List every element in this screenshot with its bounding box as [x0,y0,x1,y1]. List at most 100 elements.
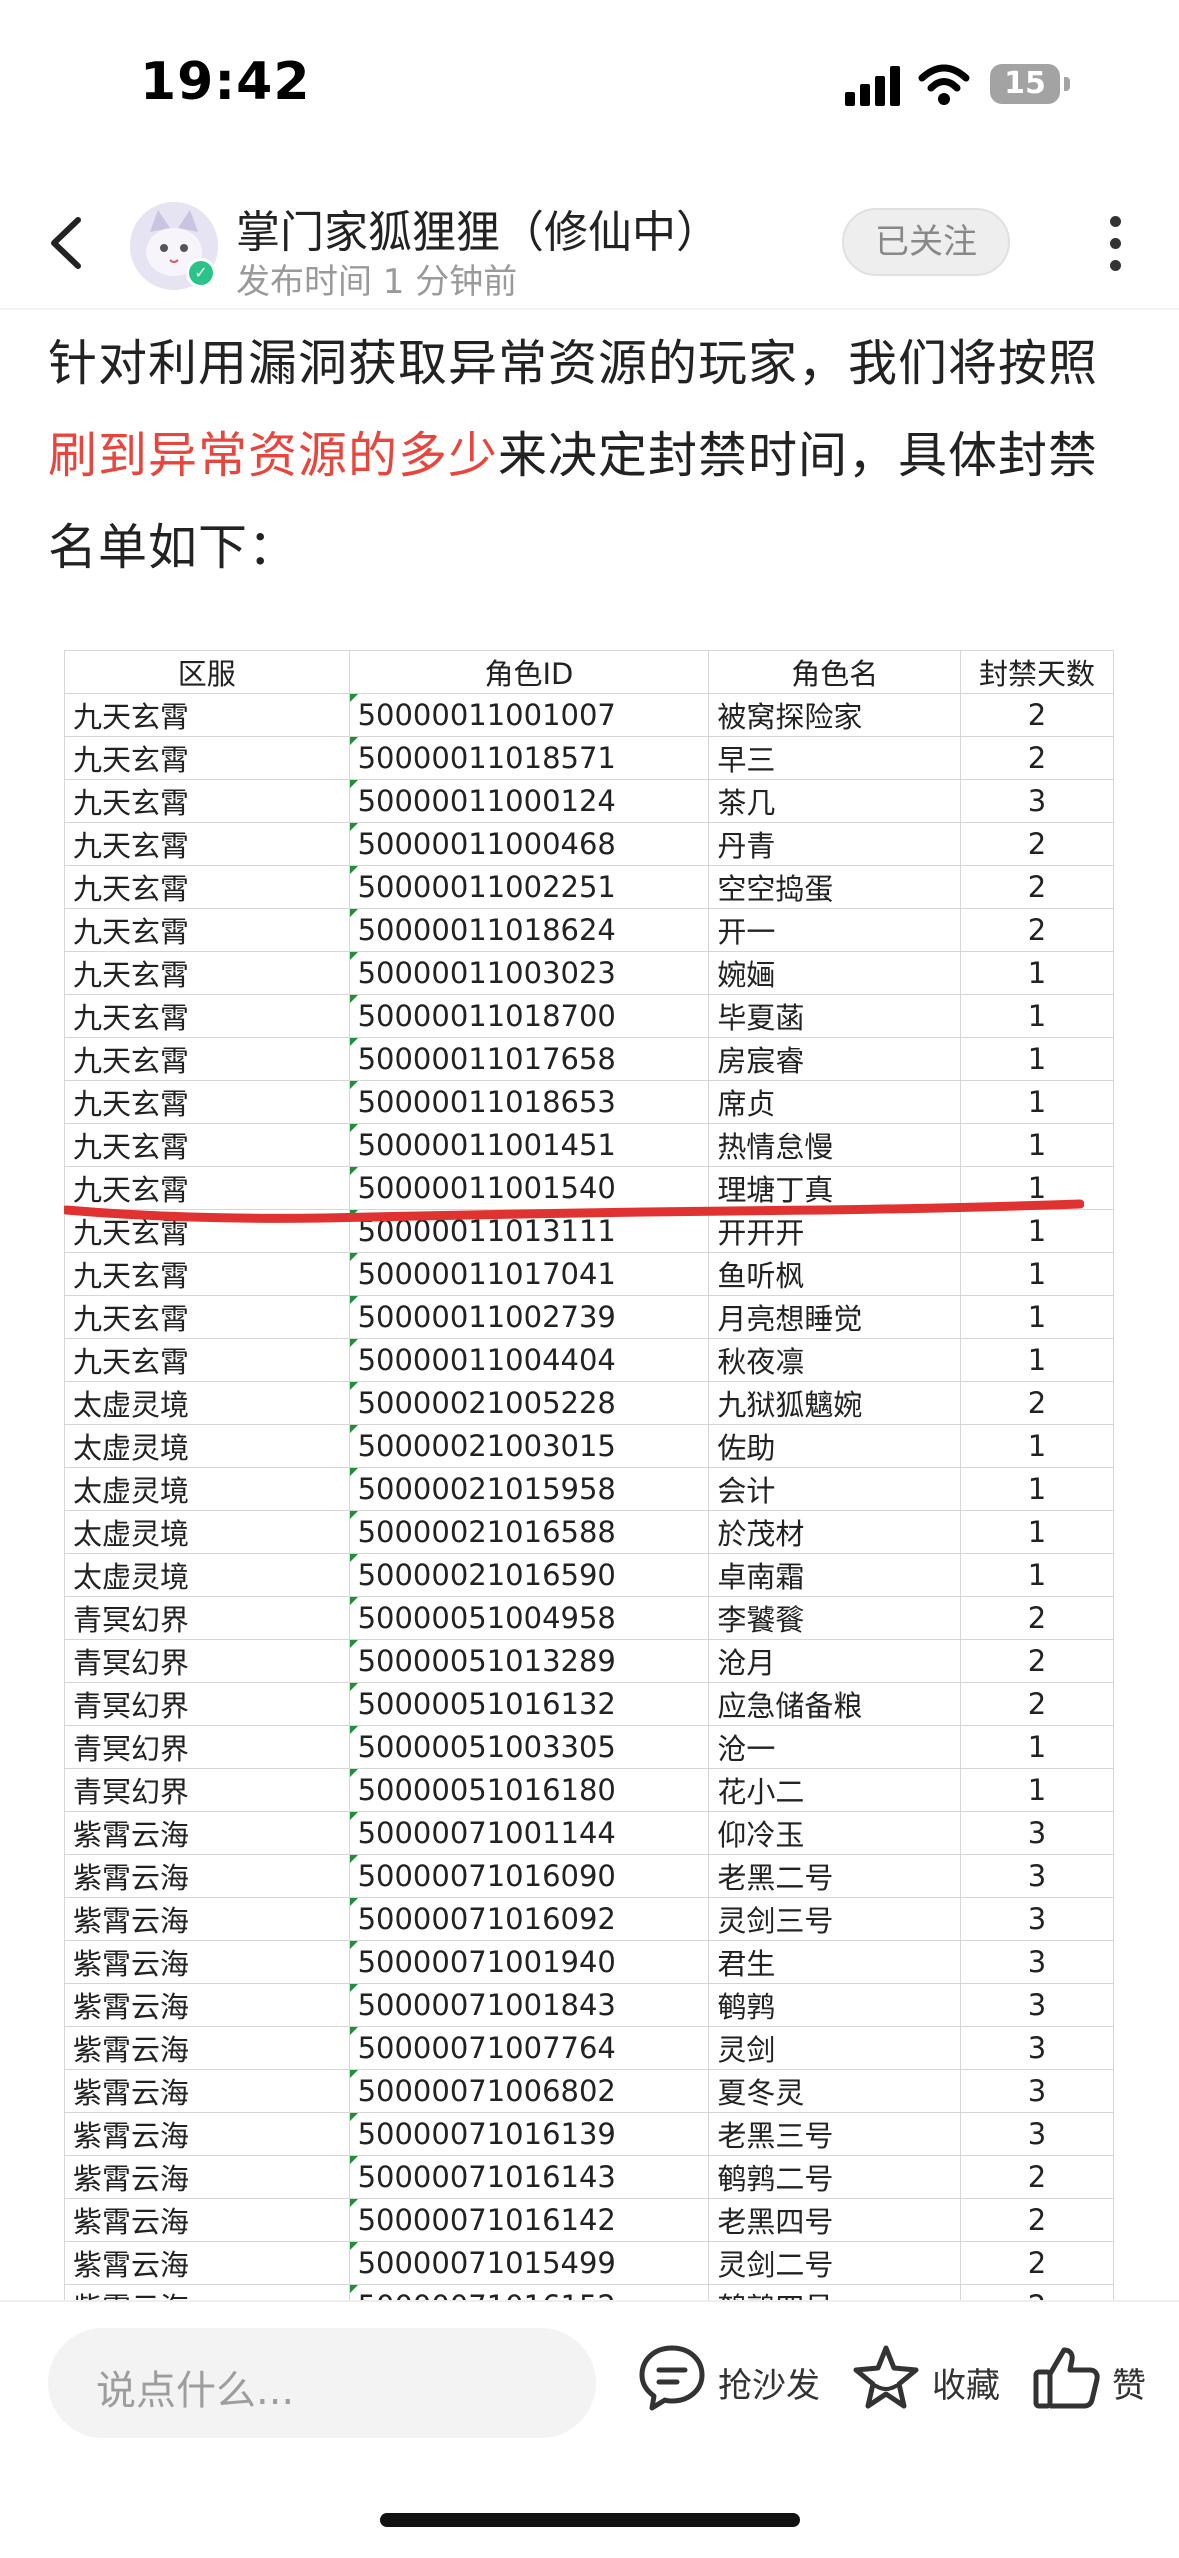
cell-id: 50000071015499 [348,2241,710,2285]
table-row: 九天玄霄 50000011000124 茶几 3 [64,779,1114,823]
cell-id: 50000051004958 [348,1596,710,1640]
cell-name: 被窝探险家 [708,693,962,737]
table-row: 紫霄云海 50000071001144 仰冷玉 3 [64,1811,1114,1855]
battery-level: 15 [1004,66,1046,101]
cell-days: 1 [960,1252,1114,1296]
thumbs-up-icon [1033,2347,1100,2409]
comment-input[interactable]: 说点什么... [48,2328,596,2438]
red-underline-annotation [64,1199,1084,1223]
cell-server: 九天玄霄 [64,822,350,866]
table-row: 紫霄云海50000071016152鹌鹑四号2 [64,2284,1114,2300]
cell-server: 九天玄霄 [64,1295,350,1339]
cell-id: 50000071001843 [348,1983,710,2027]
cell-server: 紫霄云海 [64,2026,350,2070]
cell-server: 紫霄云海 [64,2284,350,2300]
header-role-name: 角色名 [708,650,962,694]
cell-server: 紫霄云海 [64,2241,350,2285]
cell-days: 3 [960,1811,1114,1855]
table-row: 九天玄霄 50000011017041 鱼听枫 1 [64,1252,1114,1296]
cell-name: 席贞 [708,1080,962,1124]
cell-days: 3 [960,2026,1114,2070]
cell-id: 50000051016180 [348,1768,710,1812]
favorite-button[interactable]: 收藏 [850,2342,1000,2422]
comment-button[interactable]: 抢沙发 [636,2342,820,2422]
cell-id: 50000011002739 [348,1295,710,1339]
cell-id: 50000011017041 [348,1252,710,1296]
table-row: 青冥幻界 50000051016180 花小二 1 [64,1768,1114,1812]
cell-days: 1 [960,1725,1114,1769]
cell-id: 50000071016142 [348,2198,710,2242]
cell-name: 花小二 [708,1768,962,1812]
table-row: 九天玄霄 50000011003023 婉婳 1 [64,951,1114,995]
cell-name: 鱼听枫 [708,1252,962,1296]
cell-id: 50000021003015 [348,1424,710,1468]
cell-name: 於茂材 [708,1510,962,1554]
status-bar: 19:42 15 [0,0,1179,170]
cell-name: 老黑四号 [708,2198,962,2242]
cell-server: 太虚灵境 [64,1424,350,1468]
cell-id: 50000011018624 [348,908,710,952]
cell-name: 沧一 [708,1725,962,1769]
cell-server: 九天玄霄 [64,1037,350,1081]
cell-days: 2 [960,1381,1114,1425]
cell-name: 早三 [708,736,962,780]
table-row: 九天玄霄 50000011002739 月亮想睡觉 1 [64,1295,1114,1339]
ban-list-table-image[interactable]: 区服 角色ID 角色名 封禁天数 九天玄霄 50000011001007 被窝探险家… [64,650,1114,2300]
cell-server: 青冥幻界 [64,1682,350,1726]
cell-server: 太虚灵境 [64,1553,350,1597]
post-body-text: 针对利用漏洞获取异常资源的玩家，我们将按照刷到异常资源的多少来决定封禁时间，具体… [48,318,1138,594]
cell-name: 灵剑三号 [708,1897,962,1941]
cell-server: 九天玄霄 [64,908,350,952]
cell-id: 50000051013289 [348,1639,710,1683]
verified-badge-icon: ✓ [186,258,216,288]
cell-server: 紫霄云海 [64,2112,350,2156]
comment-icon [639,2345,705,2411]
table-row: 太虚灵境 50000021016590 卓南霜 1 [64,1553,1114,1597]
table-row: 太虚灵境 50000021003015 佐助 1 [64,1424,1114,1468]
cell-name: 热情怠慢 [708,1123,962,1167]
cell-server: 九天玄霄 [64,736,350,780]
table-row: 太虚灵境 50000021015958 会计 1 [64,1467,1114,1511]
cell-name: 秋夜凛 [708,1338,962,1382]
battery-icon: 15 [990,64,1076,106]
cell-name: 老黑二号 [708,1854,962,1898]
author-name[interactable]: 掌门家狐狸狸（修仙中） [236,196,720,260]
cell-name: 灵剑二号 [708,2241,962,2285]
intro-highlight: 刷到异常资源的多少 [48,427,499,484]
table-row: 九天玄霄 50000011001007 被窝探险家 2 [64,693,1114,737]
cell-days: 3 [960,1940,1114,1984]
table-row: 青冥幻界 50000051004958 李饕餮 2 [64,1596,1114,1640]
cell-server: 紫霄云海 [64,2155,350,2199]
cell-days: 3 [960,1897,1114,1941]
table-row: 九天玄霄 50000011018700 毕夏菡 1 [64,994,1114,1038]
cell-server: 九天玄霄 [64,1123,350,1167]
cell-server: 九天玄霄 [64,1338,350,1382]
cell-name: 会计 [708,1467,962,1511]
cell-server: 紫霄云海 [64,1940,350,1984]
comment-placeholder: 说点什么... [96,2368,295,2414]
cell-id: 50000071016152 [348,2284,710,2300]
cell-days: 2 [960,865,1114,909]
cell-name: 房宸睿 [708,1037,962,1081]
cell-name: 李饕餮 [708,1596,962,1640]
table-row: 紫霄云海 50000071015499 灵剑二号 2 [64,2241,1114,2285]
back-arrow-icon[interactable] [40,208,100,278]
table-row: 九天玄霄 50000011000468 丹青 2 [64,822,1114,866]
cell-name: 鹌鹑二号 [708,2155,962,2199]
more-options-icon[interactable] [1100,214,1130,274]
cell-days: 2 [960,2155,1114,2199]
table-row: 紫霄云海 50000071016143 鹌鹑二号 2 [64,2155,1114,2199]
cell-id: 50000011001451 [348,1123,710,1167]
cell-name: 君生 [708,1940,962,1984]
table-row: 九天玄霄 50000011018624 开一 2 [64,908,1114,952]
cell-server: 紫霄云海 [64,1854,350,1898]
cell-name: 茶几 [708,779,962,823]
cell-id: 50000071006802 [348,2069,710,2113]
table-body: 九天玄霄 50000011001007 被窝探险家 2 九天玄霄 500000110185… [64,693,1114,2300]
table-row: 紫霄云海 50000071006802 夏冬灵 3 [64,2069,1114,2113]
cell-days: 1 [960,1295,1114,1339]
like-button[interactable]: 赞 [1030,2342,1160,2422]
cellular-signal-icon [845,66,905,106]
follow-button[interactable]: 已关注 [842,208,1010,276]
cell-id: 50000051016132 [348,1682,710,1726]
